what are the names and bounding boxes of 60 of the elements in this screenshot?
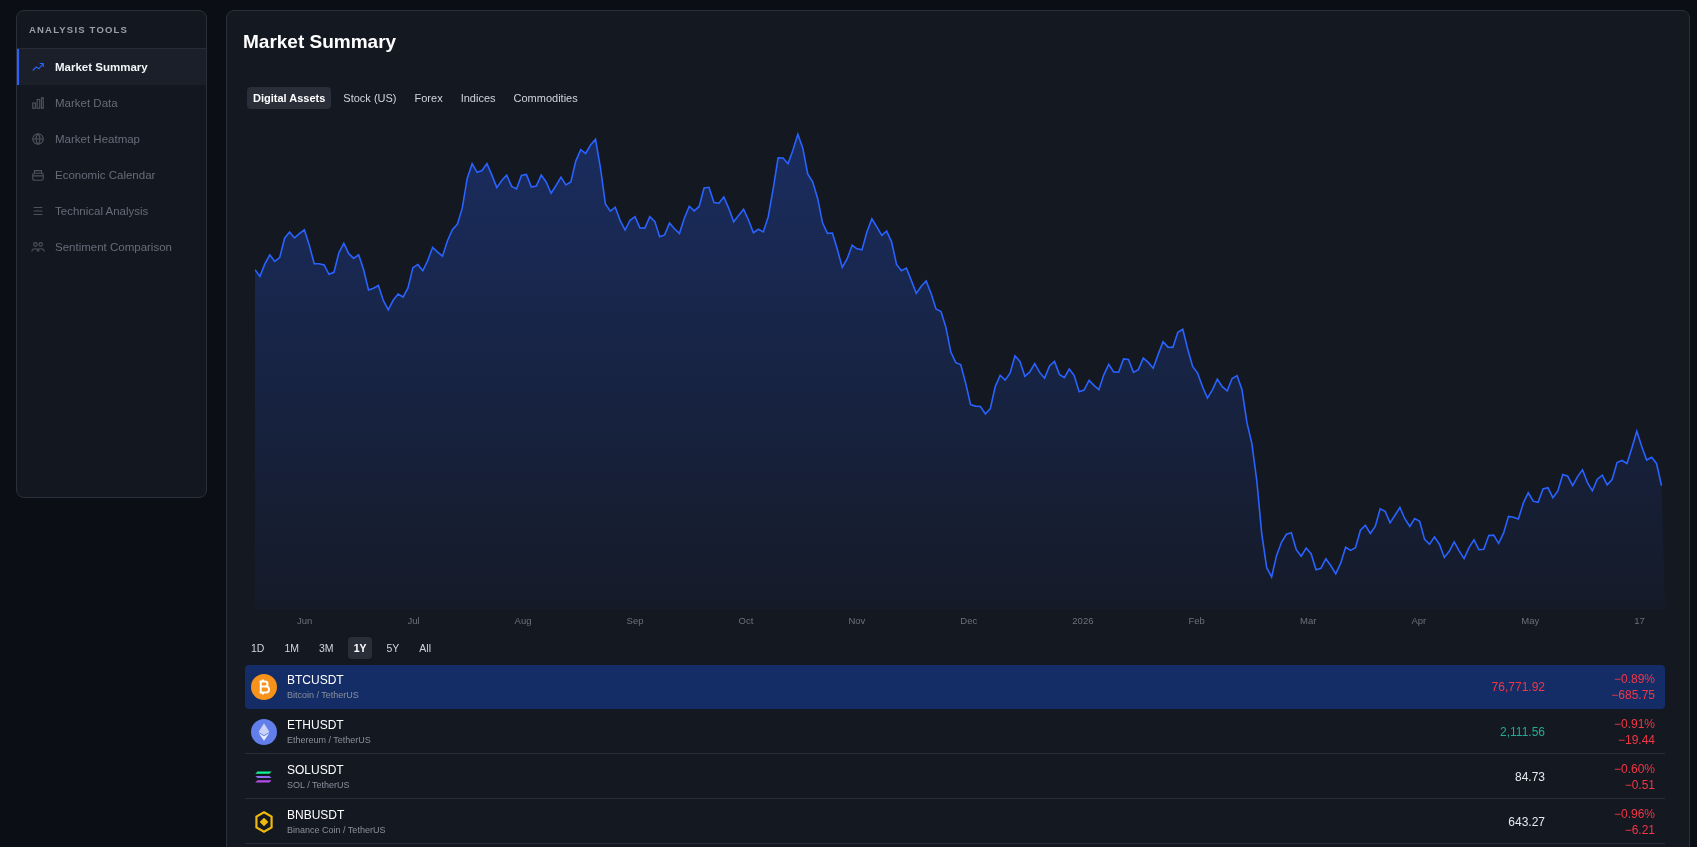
symbol-name: SOL / TetherUS: [287, 780, 351, 790]
symbol-ticker: ETHUSDT: [287, 718, 345, 732]
globe-icon: [31, 132, 45, 146]
axis-label: Jul: [407, 614, 420, 626]
symbol-name: Bitcoin / TetherUS: [287, 690, 360, 700]
ethereum-coin-icon: [251, 718, 277, 745]
axis-label: Aug: [514, 614, 532, 626]
market-tab[interactable]: Forex: [408, 87, 449, 109]
last-price: 2,111.56: [1499, 724, 1545, 739]
sidebar-item[interactable]: Market Heatmap: [17, 121, 206, 157]
axis-label: Nov: [848, 614, 866, 626]
change-value: −19.44: [1617, 732, 1655, 747]
axis-label: Jun: [297, 614, 313, 626]
range-button[interactable]: 1Y: [347, 637, 373, 659]
change-value: −0.51: [1624, 777, 1655, 792]
axis-label: Dec: [960, 614, 978, 626]
bar-chart-icon: [31, 96, 45, 110]
symbol-row[interactable]: ETHUSDT Ethereum / TetherUS 2,111.56 −0.91% −19.44: [245, 710, 1665, 754]
people-icon: [31, 240, 45, 254]
sidebar-item[interactable]: Market Data: [17, 85, 206, 121]
market-tab[interactable]: Digital Assets: [247, 87, 332, 109]
change-percent: −0.91%: [1613, 716, 1655, 731]
axis-label: Oct: [738, 614, 754, 626]
axis-label: Feb: [1188, 614, 1205, 626]
last-price: 84.73: [1513, 769, 1545, 784]
symbol-row[interactable]: SOLUSDT SOL / TetherUS 84.73 −0.60% −0.51: [245, 755, 1665, 799]
lines-icon: [31, 204, 45, 218]
range-button[interactable]: 5Y: [380, 637, 406, 659]
change-percent: −0.96%: [1613, 806, 1655, 821]
symbol-name: Ethereum / TetherUS: [287, 735, 372, 745]
range-button[interactable]: 1D: [245, 637, 271, 659]
change-percent: −0.89%: [1613, 671, 1655, 686]
change-value: −685.75: [1611, 687, 1655, 702]
bitcoin-coin-icon: [251, 673, 277, 700]
range-button[interactable]: 1M: [278, 637, 306, 659]
last-price: 643.27: [1507, 814, 1545, 829]
axis-label: 17: [1634, 614, 1645, 626]
axis-label: Sep: [626, 614, 644, 626]
symbol-ticker: SOLUSDT: [287, 763, 345, 777]
market-tab[interactable]: Stock (US): [337, 87, 403, 109]
symbol-name: Binance Coin / TetherUS: [287, 825, 387, 835]
change-percent: −0.60%: [1613, 761, 1655, 776]
page-title: Market Summary: [243, 31, 398, 53]
market-tab[interactable]: Commodities: [507, 87, 584, 109]
axis-label: 2026: [1072, 614, 1094, 626]
axis-label: May: [1521, 614, 1540, 626]
axis-label: Mar: [1299, 614, 1317, 626]
change-value: −6.21: [1624, 822, 1655, 837]
range-button[interactable]: All: [413, 637, 437, 659]
last-price: 76,771.92: [1490, 679, 1545, 694]
symbol-ticker: BTCUSDT: [287, 673, 345, 687]
basket-icon: [31, 168, 45, 182]
range-button[interactable]: 3M: [313, 637, 340, 659]
symbol-row[interactable]: BTCUSDT Bitcoin / TetherUS 76,771.92 −0.89% −685.75: [245, 665, 1665, 709]
market-tab[interactable]: Indices: [454, 87, 502, 109]
symbol-ticker: BNBUSDT: [287, 808, 346, 822]
axis-label: Apr: [1411, 614, 1427, 626]
trend-icon: [31, 60, 45, 74]
symbol-row[interactable]: BNBUSDT Binance Coin / TetherUS 643.27 −0.96% −6.21: [245, 800, 1665, 844]
sidebar-item[interactable]: Market Summary: [17, 49, 206, 85]
